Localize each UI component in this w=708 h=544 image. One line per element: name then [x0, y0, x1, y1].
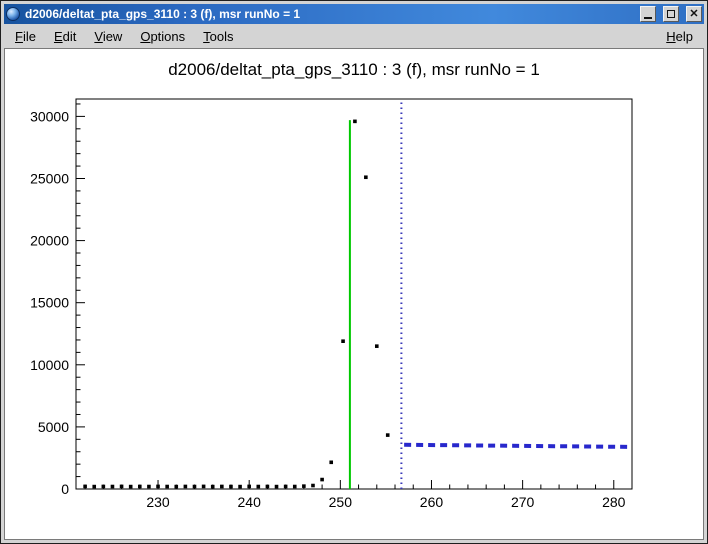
close-button[interactable]: ✕	[686, 6, 702, 22]
svg-text:10000: 10000	[30, 357, 69, 373]
svg-text:260: 260	[420, 494, 444, 510]
menu-view[interactable]: View	[85, 26, 131, 47]
menu-edit[interactable]: Edit	[45, 26, 85, 47]
svg-text:270: 270	[511, 494, 535, 510]
y-axis: 0 5000 10000 15000 20000 25000 30000	[30, 104, 85, 497]
svg-text:280: 280	[602, 494, 626, 510]
menu-help[interactable]: Help	[657, 26, 702, 47]
x-axis: 230 240 250 260 270 280	[85, 480, 626, 510]
window-title: d2006/deltat_pta_gps_3110 : 3 (f), msr r…	[25, 4, 633, 24]
titlebar[interactable]: d2006/deltat_pta_gps_3110 : 3 (f), msr r…	[4, 4, 704, 24]
close-icon: ✕	[689, 9, 698, 20]
background-level-line	[404, 445, 629, 447]
svg-text:0: 0	[61, 481, 69, 497]
svg-text:30000: 30000	[30, 108, 69, 124]
minimize-icon	[644, 17, 652, 19]
chart-title: d2006/deltat_pta_gps_3110 : 3 (f), msr r…	[168, 60, 540, 79]
menubar: File Edit View Options Tools Help	[4, 24, 704, 48]
svg-text:230: 230	[146, 494, 170, 510]
svg-text:240: 240	[238, 494, 262, 510]
maximize-icon	[667, 10, 675, 18]
raw-histogram-points	[83, 120, 389, 489]
svg-text:20000: 20000	[30, 233, 69, 249]
svg-text:15000: 15000	[30, 295, 69, 311]
annotations	[350, 99, 401, 489]
menu-options[interactable]: Options	[131, 26, 194, 47]
maximize-button[interactable]	[663, 6, 679, 22]
svg-text:250: 250	[329, 494, 353, 510]
svg-text:5000: 5000	[38, 419, 69, 435]
plot-svg[interactable]: 230 240 250 260 270 280 0 5000 10000 15000 20000 25…	[5, 49, 703, 539]
plot-frame	[76, 99, 632, 489]
app-icon	[6, 7, 20, 21]
app-window: d2006/deltat_pta_gps_3110 : 3 (f), msr r…	[0, 0, 708, 544]
menu-tools[interactable]: Tools	[194, 26, 242, 47]
plot-canvas[interactable]: 230 240 250 260 270 280 0 5000 10000 15000 20000 25…	[4, 48, 704, 540]
svg-text:25000: 25000	[30, 170, 69, 186]
menu-file[interactable]: File	[6, 26, 45, 47]
minimize-button[interactable]	[640, 6, 656, 22]
